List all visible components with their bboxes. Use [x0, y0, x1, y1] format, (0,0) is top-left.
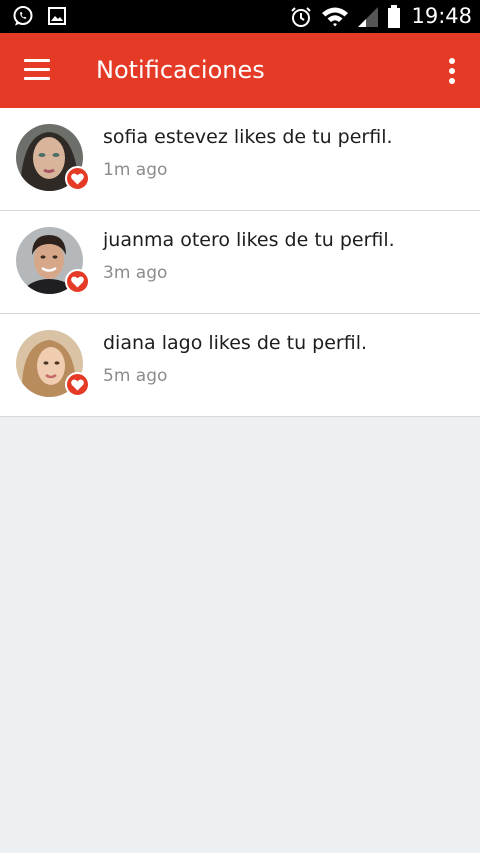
- whatsapp-icon: [13, 6, 33, 26]
- notification-time: 3m ago: [103, 263, 168, 283]
- notification-message: sofia estevez likes de tu perfil.: [103, 126, 393, 148]
- heart-badge: [65, 269, 90, 294]
- hamburger-menu-icon[interactable]: [24, 59, 50, 81]
- battery-icon: [388, 4, 401, 28]
- notification-time: 1m ago: [103, 160, 168, 180]
- more-vert-icon[interactable]: [446, 58, 458, 84]
- wifi-icon: [322, 7, 349, 26]
- gallery-icon: [48, 7, 66, 25]
- notification-time: 5m ago: [103, 366, 168, 386]
- notification-item[interactable]: juanma otero likes de tu perfil. 3m ago: [0, 211, 480, 314]
- status-clock: 19:48: [411, 4, 472, 28]
- app-bar: Notificaciones: [0, 33, 480, 108]
- notification-message: diana lago likes de tu perfil.: [103, 332, 368, 354]
- heart-badge: [65, 166, 90, 191]
- notification-item[interactable]: diana lago likes de tu perfil. 5m ago: [0, 314, 480, 417]
- page-title: Notificaciones: [96, 56, 265, 84]
- status-bar: 19:48: [0, 0, 480, 33]
- status-left-icons: [12, 5, 66, 27]
- notification-list: sofia estevez likes de tu perfil. 1m ago…: [0, 108, 480, 417]
- signal-icon: [358, 6, 379, 27]
- heart-icon: [71, 275, 84, 287]
- alarm-icon: [291, 6, 312, 27]
- notification-message: juanma otero likes de tu perfil.: [103, 229, 395, 251]
- heart-badge: [65, 372, 90, 397]
- heart-icon: [71, 378, 84, 390]
- notification-item[interactable]: sofia estevez likes de tu perfil. 1m ago: [0, 108, 480, 211]
- heart-icon: [71, 172, 84, 184]
- status-right-icons: 19:48: [289, 3, 472, 30]
